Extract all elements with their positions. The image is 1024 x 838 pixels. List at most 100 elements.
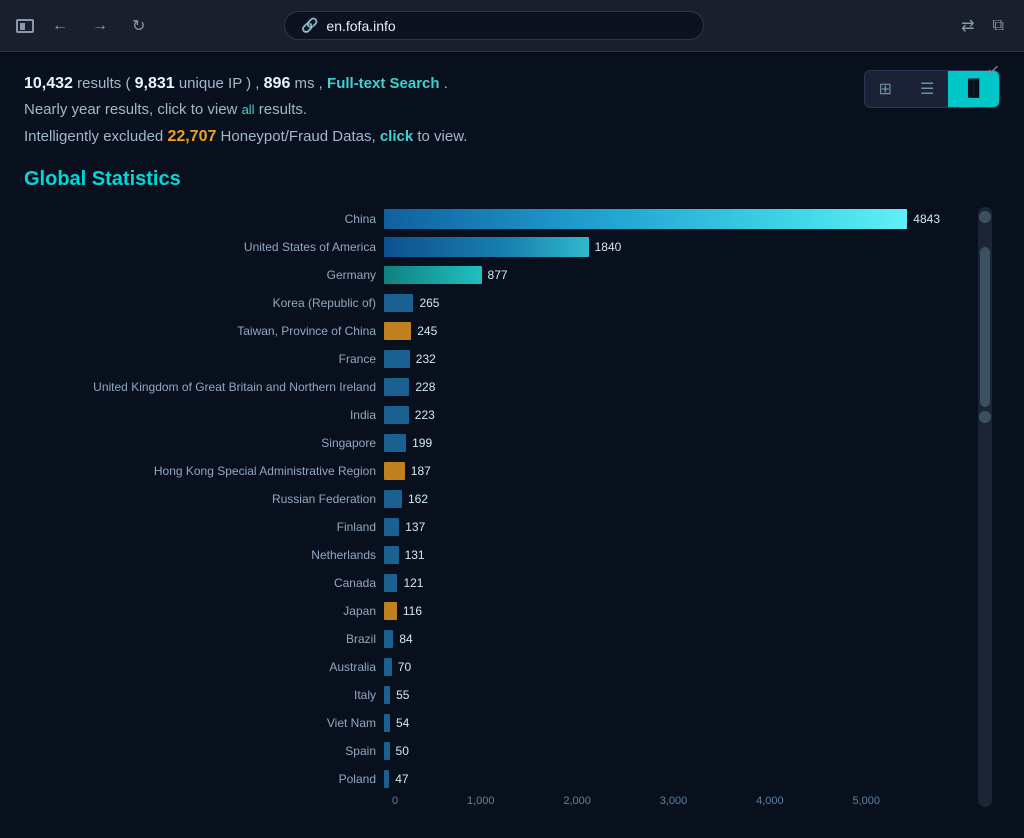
bar-area: 54 xyxy=(384,714,940,732)
url-bar[interactable]: 🔗 en.fofa.info xyxy=(284,11,704,40)
country-label: Finland xyxy=(44,520,384,534)
country-label: Poland xyxy=(44,772,384,786)
expand-icon[interactable]: ↙ xyxy=(987,60,1000,80)
bar-area: 877 xyxy=(384,266,940,284)
x-axis-label: 2,000 xyxy=(563,795,591,807)
bar xyxy=(384,406,409,424)
chart-container: China4843 United States of America1840 Ger… xyxy=(24,207,1000,807)
chart-icon: ▐▌ xyxy=(962,80,985,98)
bar-value: 50 xyxy=(396,744,409,758)
split-view-button[interactable]: ⧉ xyxy=(989,13,1008,39)
browser-chrome: ← → ↻ 🔗 en.fofa.info ⇄ ⧉ xyxy=(0,0,1024,52)
chart-row[interactable]: Japan116 xyxy=(44,599,940,623)
url-text: en.fofa.info xyxy=(326,18,395,34)
scroll-dot-bottom xyxy=(979,411,991,423)
list-icon: ☰ xyxy=(920,79,934,99)
bar-value: 162 xyxy=(408,492,428,506)
chart-row[interactable]: India223 xyxy=(44,403,940,427)
bar-value: 232 xyxy=(416,352,436,366)
extensions-button[interactable]: ⇄ xyxy=(957,12,978,40)
chart-row[interactable]: Spain50 xyxy=(44,739,940,763)
bar-value: 84 xyxy=(399,632,412,646)
bar-area: 47 xyxy=(384,770,940,788)
fulltext-search-link[interactable]: Full-text Search xyxy=(327,75,440,92)
bar-area: 187 xyxy=(384,462,940,480)
bar-area: 245 xyxy=(384,322,940,340)
chart-row[interactable]: Korea (Republic of)265 xyxy=(44,291,940,315)
refresh-button[interactable]: ↻ xyxy=(126,14,151,38)
chart-row[interactable]: Canada121 xyxy=(44,571,940,595)
honeypot-count: 22,707 xyxy=(167,128,216,145)
bar-value: 265 xyxy=(419,296,439,310)
chart-row[interactable]: Taiwan, Province of China245 xyxy=(44,319,940,343)
view-toggle: ⊞ ☰ ▐▌ xyxy=(864,70,1000,108)
chart-inner: China4843 United States of America1840 Ger… xyxy=(44,207,1000,807)
chart-row[interactable]: Viet Nam 54 xyxy=(44,711,940,735)
bar xyxy=(384,434,406,452)
chart-row[interactable]: France232 xyxy=(44,347,940,371)
bar xyxy=(384,294,413,312)
stats-line1: 10,432 results ( 9,831 unique IP ) , 896… xyxy=(24,70,1000,97)
bar xyxy=(384,237,589,257)
scroll-dot-top xyxy=(979,211,991,223)
chart-row[interactable]: Finland 137 xyxy=(44,515,940,539)
chart-row[interactable]: Hong Kong Special Administrative Region 1… xyxy=(44,459,940,483)
scrollbar-thumb[interactable] xyxy=(980,247,990,407)
bar-area: 137 xyxy=(384,518,940,536)
list-view-button[interactable]: ☰ xyxy=(906,71,948,107)
country-label: Netherlands xyxy=(44,548,384,562)
country-label: Taiwan, Province of China xyxy=(44,324,384,338)
bar-area: 265 xyxy=(384,294,940,312)
chart-row[interactable]: Poland47 xyxy=(44,767,940,791)
bar xyxy=(384,714,390,732)
click-link[interactable]: click xyxy=(380,128,413,145)
country-label: Viet Nam xyxy=(44,716,384,730)
bar-value: 70 xyxy=(398,660,411,674)
chart-row[interactable]: Germany877 xyxy=(44,263,940,287)
x-axis: 01,0002,0003,0004,0005,000 xyxy=(44,795,940,807)
bar-value: 187 xyxy=(411,464,431,478)
bar-area: 228 xyxy=(384,378,940,396)
bar xyxy=(384,770,389,788)
bar-area: 121 xyxy=(384,574,940,592)
scrollbar-track[interactable] xyxy=(978,207,992,807)
bar-area: 1840 xyxy=(384,237,940,257)
country-label: China xyxy=(44,212,384,226)
country-label: Hong Kong Special Administrative Region xyxy=(44,464,384,478)
chart-row[interactable]: Australia 70 xyxy=(44,655,940,679)
link-icon: 🔗 xyxy=(301,17,318,34)
bar-value: 54 xyxy=(396,716,409,730)
bar-value: 121 xyxy=(403,576,423,590)
bar-value: 137 xyxy=(405,520,425,534)
section-title: Global Statistics xyxy=(24,168,1000,191)
x-axis-label: 0 xyxy=(392,795,398,807)
chart-row[interactable]: Brazil84 xyxy=(44,627,940,651)
chart-row[interactable]: Netherlands131 xyxy=(44,543,940,567)
bar-area: 55 xyxy=(384,686,940,704)
grid-view-button[interactable]: ⊞ xyxy=(865,71,906,107)
x-axis-label: 5,000 xyxy=(852,795,880,807)
country-label: Japan xyxy=(44,604,384,618)
all-results-link[interactable]: all xyxy=(242,102,255,117)
chart-row[interactable]: Singapore199 xyxy=(44,431,940,455)
bar-area: 116 xyxy=(384,602,940,620)
back-button[interactable]: ← xyxy=(46,15,74,37)
chart-row[interactable]: Italy55 xyxy=(44,683,940,707)
country-label: United Kingdom of Great Britain and Nort… xyxy=(44,380,384,394)
bar xyxy=(384,490,402,508)
country-label: Australia xyxy=(44,660,384,674)
bar xyxy=(384,266,482,284)
bar-area: 223 xyxy=(384,406,940,424)
chart-row[interactable]: China4843 xyxy=(44,207,940,231)
bar-value: 55 xyxy=(396,688,409,702)
bar xyxy=(384,742,390,760)
bar-value: 199 xyxy=(412,436,432,450)
chart-row[interactable]: United States of America1840 xyxy=(44,235,940,259)
chart-row[interactable]: Russian Federation162 xyxy=(44,487,940,511)
chart-rows: China4843 United States of America1840 Ger… xyxy=(44,207,940,791)
chart-row[interactable]: United Kingdom of Great Britain and Nort… xyxy=(44,375,940,399)
forward-button[interactable]: → xyxy=(86,15,114,37)
country-label: India xyxy=(44,408,384,422)
total-results: 10,432 xyxy=(24,75,73,92)
bar xyxy=(384,462,405,480)
